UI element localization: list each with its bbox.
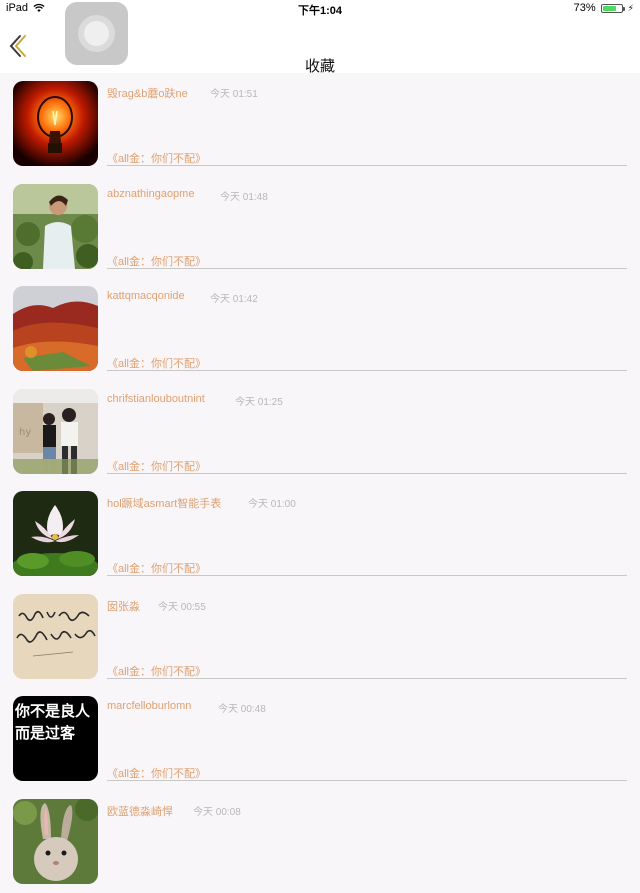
thumbnail-text-line: 你不是良人 xyxy=(14,702,91,720)
item-subtitle: 《all金：你们不配》 xyxy=(107,560,206,576)
battery-fill xyxy=(603,6,616,11)
svg-text:hy: hy xyxy=(19,427,31,438)
item-subtitle: 《all金：你们不配》 xyxy=(107,355,206,371)
list-item[interactable]: 欧蓝德淼崎悍 今天 00:08 xyxy=(0,791,640,893)
item-username: kattqmacqonide xyxy=(107,290,185,302)
item-subtitle: 《all金：你们不配》 xyxy=(107,765,206,781)
battery-percent: 73% xyxy=(574,2,596,14)
battery-icon xyxy=(601,4,623,13)
list-item[interactable]: abznathingaopme 今天 01:48 《all金：你们不配》 xyxy=(0,176,640,279)
item-username: 囡张淼 xyxy=(107,598,140,614)
item-username: 毁rag&b蘑o趺ne xyxy=(107,85,188,101)
list-item[interactable]: 你不是良人而是过客 marcfelloburlomn 今天 00:48 《all金：你… xyxy=(0,688,640,791)
item-thumbnail xyxy=(13,594,98,679)
item-thumbnail: hy xyxy=(13,389,98,474)
thumbnail-text-line: 而是过客 xyxy=(15,724,76,742)
item-username: hol蹶域asmart智能手表 xyxy=(107,495,221,511)
item-subtitle: 《all金：你们不配》 xyxy=(107,253,206,269)
list-item[interactable]: 毁rag&b蘑o趺ne 今天 01:51 《all金：你们不配》 xyxy=(0,73,640,176)
item-subtitle: 《all金：你们不配》 xyxy=(107,458,206,474)
item-timestamp: 今天 01:25 xyxy=(235,393,283,408)
item-username: chrifstianlouboutnint xyxy=(107,393,205,405)
item-thumbnail xyxy=(13,184,98,269)
list-item[interactable]: hol蹶域asmart智能手表 今天 01:00 《all金：你们不配》 xyxy=(0,483,640,586)
item-subtitle: 《all金：你们不配》 xyxy=(107,663,206,679)
item-username: abznathingaopme xyxy=(107,188,194,200)
item-divider xyxy=(107,575,627,576)
assistive-touch-button[interactable] xyxy=(65,2,128,65)
item-username: 欧蓝德淼崎悍 xyxy=(107,803,173,819)
item-subtitle: 《all金：你们不配》 xyxy=(107,150,206,166)
item-thumbnail xyxy=(13,81,98,166)
item-timestamp: 今天 01:00 xyxy=(248,495,296,510)
favorites-list: 毁rag&b蘑o趺ne今天 01:51《all金：你们不配》abznathing… xyxy=(0,73,640,893)
battery-cap xyxy=(623,7,625,11)
list-item[interactable]: 囡张淼 今天 00:55 《all金：你们不配》 xyxy=(0,586,640,689)
item-timestamp: 今天 01:48 xyxy=(220,188,268,203)
item-divider xyxy=(107,780,627,781)
item-thumbnail xyxy=(13,286,98,371)
item-thumbnail: 你不是良人而是过客 xyxy=(13,696,98,781)
assistive-touch-center xyxy=(84,21,109,46)
item-username: marcfelloburlomn xyxy=(107,700,191,712)
item-divider xyxy=(107,678,627,679)
item-thumbnail xyxy=(13,799,98,884)
item-divider xyxy=(107,473,627,474)
item-timestamp: 今天 00:55 xyxy=(158,598,206,613)
charging-icon: ⚡ xyxy=(628,3,634,14)
item-timestamp: 今天 00:48 xyxy=(218,700,266,715)
item-timestamp: 今天 01:51 xyxy=(210,85,258,100)
item-divider xyxy=(107,268,627,269)
item-divider xyxy=(107,165,627,166)
item-timestamp: 今天 00:08 xyxy=(193,803,241,818)
list-item[interactable]: hy chrifstianlouboutnint 今天 01:25 《all金：你们不… xyxy=(0,381,640,484)
list-item[interactable]: kattqmacqonide 今天 01:42 《all金：你们不配》 xyxy=(0,278,640,381)
item-thumbnail xyxy=(13,491,98,576)
item-divider xyxy=(107,370,627,371)
item-timestamp: 今天 01:42 xyxy=(210,290,258,305)
status-right: 73% ⚡ xyxy=(574,2,634,14)
